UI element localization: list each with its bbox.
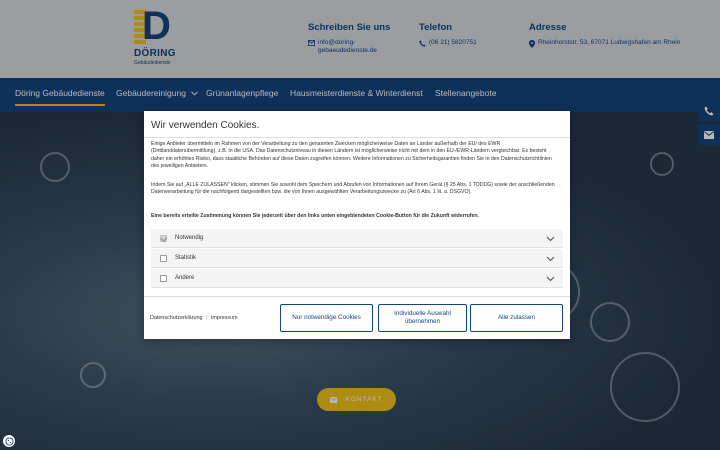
cookie-dialog-title: Wir verwenden Cookies.	[151, 120, 260, 131]
cookie-category-notwendig[interactable]: Notwendig	[151, 229, 563, 248]
andere-checkbox[interactable]	[160, 275, 167, 282]
link-separator: |	[205, 315, 208, 321]
cookie-category-label: Notwendig	[175, 235, 204, 241]
notwendig-checkbox	[160, 235, 167, 242]
cookie-category-label: Andere	[175, 275, 195, 281]
chevron-down-icon[interactable]	[546, 274, 555, 283]
imprint-link[interactable]: Impressum	[211, 315, 238, 321]
cookie-category-statistik[interactable]: Statistik	[151, 249, 563, 268]
statistik-checkbox[interactable]	[160, 255, 167, 262]
cookie-icon	[4, 436, 14, 446]
cookie-consent-dialog: Wir verwenden Cookies. Einige Anbieter ü…	[144, 111, 570, 339]
cookie-category-andere[interactable]: Andere	[151, 269, 563, 288]
cookie-settings-button[interactable]	[3, 435, 15, 447]
individual-selection-button[interactable]: Individuelle Auswahl übernehmen	[378, 304, 467, 332]
cookie-category-label: Statistik	[175, 255, 197, 261]
necessary-cookies-button[interactable]: Nur notwendige Cookies	[280, 304, 373, 332]
cookie-footer-links: Datenschutzerklärung | Impressum	[150, 315, 238, 321]
cookie-paragraph-revoke: Eine bereits erteilte Zustimmung können …	[151, 213, 480, 219]
chevron-down-icon[interactable]	[546, 254, 555, 263]
privacy-policy-link[interactable]: Datenschutzerklärung	[150, 315, 202, 321]
cookie-paragraph-consent: Indem Sie auf „ALLE ZULASSEN" klicken, s…	[151, 182, 555, 196]
accept-all-button[interactable]: Alle zulassen	[470, 304, 563, 332]
chevron-down-icon[interactable]	[546, 234, 555, 243]
cookie-paragraph-transfer: Einige Anbieter übermitteln im Rahmen vo…	[151, 141, 552, 170]
